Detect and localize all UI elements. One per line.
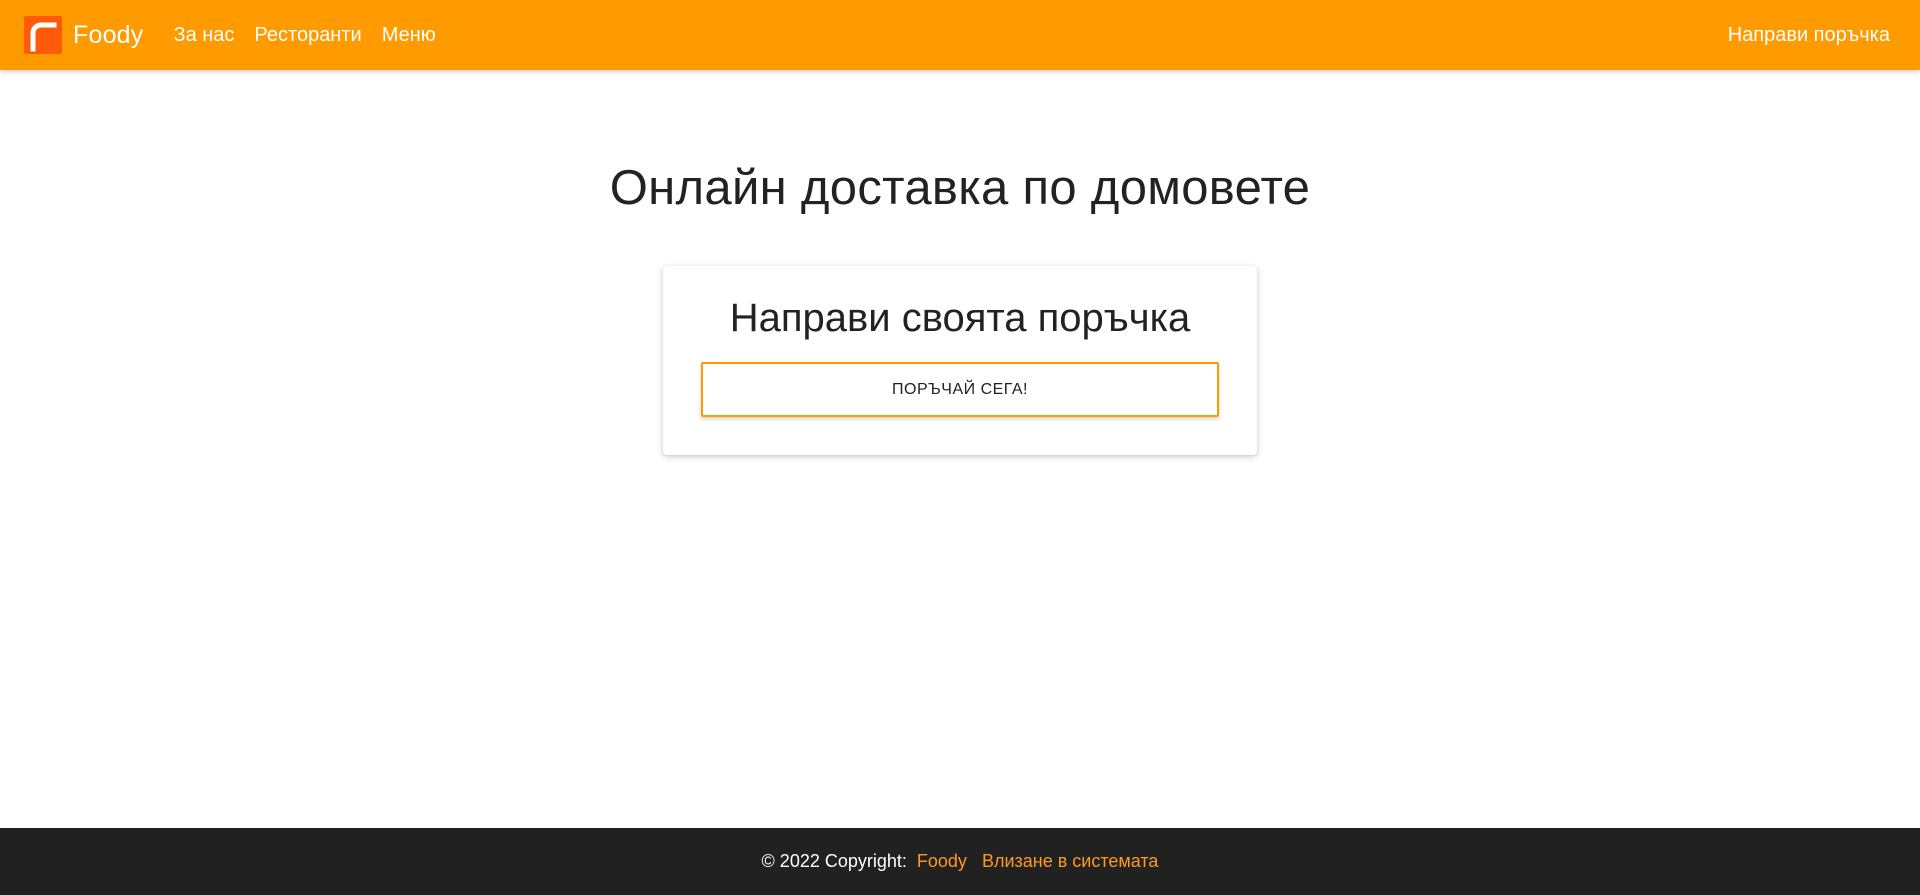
- nav-link-make-order[interactable]: Направи поръчка: [1728, 24, 1890, 47]
- card-title: Направи своята поръчка: [729, 296, 1191, 340]
- page-title: Онлайн доставка по домовете: [609, 161, 1311, 215]
- nav-link-menu[interactable]: Меню: [382, 24, 436, 47]
- order-now-button[interactable]: ПОРЪЧАЙ СЕГА!: [701, 362, 1219, 417]
- footer-copyright: © 2022 Copyright:: [761, 851, 907, 871]
- navbar: Foody За нас Ресторанти Меню Направи пор…: [0, 0, 1920, 70]
- page: Foody За нас Ресторанти Меню Направи пор…: [0, 0, 1920, 895]
- nav-link-restaurants[interactable]: Ресторанти: [254, 24, 361, 47]
- footer-brand-link[interactable]: Foody: [917, 851, 967, 872]
- footer-login-link[interactable]: Влизане в системата: [982, 851, 1159, 872]
- nav-links: За нас Ресторанти Меню: [173, 24, 455, 47]
- foody-logo-icon: [24, 16, 62, 54]
- brand-name: Foody: [73, 20, 144, 49]
- brand-link[interactable]: Foody: [24, 16, 143, 54]
- order-card: Направи своята поръчка ПОРЪЧАЙ СЕГА!: [663, 266, 1257, 455]
- footer: © 2022 Copyright: Foody Влизане в систем…: [0, 828, 1920, 895]
- nav-link-about[interactable]: За нас: [173, 24, 234, 47]
